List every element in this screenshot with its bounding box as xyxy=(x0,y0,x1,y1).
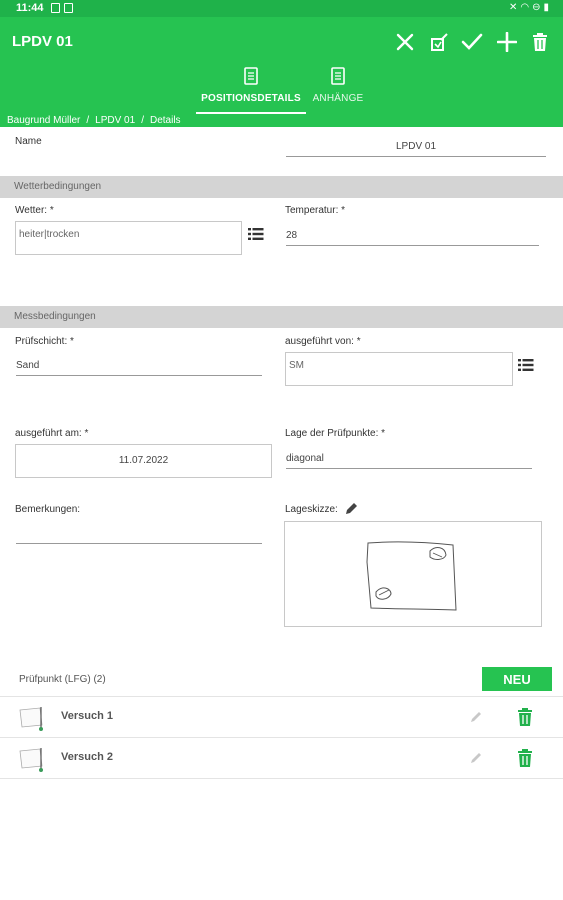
divider xyxy=(0,778,563,779)
notification-icons xyxy=(51,3,73,13)
name-label: Name xyxy=(15,136,42,147)
pencil-icon[interactable] xyxy=(344,502,358,516)
gallery-notification-icon xyxy=(51,3,60,13)
format-button[interactable] xyxy=(424,27,454,57)
ausgefuehrt-am-label: ausgeführt am: * xyxy=(15,428,89,439)
name-field[interactable]: LPDV 01 xyxy=(286,137,546,157)
active-tab-indicator xyxy=(196,112,306,114)
list-item[interactable]: Versuch 1 xyxy=(0,697,563,737)
mute-icon: ✕ xyxy=(508,2,518,13)
trash-icon[interactable] xyxy=(515,707,535,727)
tab-anhaenge[interactable]: ANHÄNGE xyxy=(308,67,368,113)
breadcrumb-separator: / xyxy=(86,115,90,126)
list-icon[interactable] xyxy=(518,358,534,372)
close-button[interactable] xyxy=(390,27,420,57)
sketch-drawing xyxy=(366,541,457,611)
wetter-field[interactable]: heiter|trocken xyxy=(15,221,242,255)
breadcrumb-item: Details xyxy=(149,115,181,126)
tab-positionsdetails[interactable]: POSITIONSDETAILS xyxy=(196,67,306,114)
breadcrumb-item[interactable]: LPDV 01 xyxy=(95,115,135,126)
app-bar: LPDV 01 POSITIONSDETAILS ANHÄNGE Baugrun… xyxy=(0,17,563,127)
wifi-icon: ◠ xyxy=(520,2,530,13)
lage-pruefpunkte-field[interactable]: diagonal xyxy=(286,449,532,469)
tab-anhaenge-label: ANHÄNGE xyxy=(312,93,364,104)
document-icon xyxy=(331,67,345,85)
close-icon xyxy=(396,33,414,51)
plus-icon xyxy=(497,32,517,52)
section-weather: Wetterbedingungen xyxy=(0,176,563,198)
lageskizze-label: Lageskizze: xyxy=(285,504,338,515)
pruefschicht-field[interactable]: Sand xyxy=(16,356,262,376)
dnd-icon: ⊖ xyxy=(532,2,541,13)
breadcrumb-item[interactable]: Baugrund Müller xyxy=(7,115,80,126)
bemerkungen-field[interactable] xyxy=(16,524,262,544)
list-icon[interactable] xyxy=(248,227,264,241)
trash-icon[interactable] xyxy=(515,748,535,768)
check-icon xyxy=(461,33,483,50)
lage-pruefpunkte-label: Lage der Prüfpunkte: * xyxy=(285,428,386,439)
ausgefuehrt-am-field[interactable]: 11.07.2022 xyxy=(15,444,272,478)
test-thumbnail-icon xyxy=(19,707,43,731)
trash-icon xyxy=(533,33,547,51)
status-bar: 11:44 ✕ ◠ ⊖ ▮ xyxy=(0,0,563,17)
wetter-label: Wetter: * xyxy=(15,205,54,216)
page-title: LPDV 01 xyxy=(12,33,73,50)
test-thumbnail-icon xyxy=(19,748,43,772)
list-item[interactable]: Versuch 2 xyxy=(0,738,563,778)
breadcrumb: Baugrund Müller / LPDV 01 / Details xyxy=(7,115,181,126)
save-button[interactable] xyxy=(457,27,487,57)
new-pruefpunkt-button[interactable]: NEU xyxy=(482,667,552,691)
system-icons: ✕ ◠ ⊖ ▮ xyxy=(509,2,549,14)
add-button[interactable] xyxy=(492,27,522,57)
breadcrumb-separator: / xyxy=(141,115,144,126)
section-measurement: Messbedingungen xyxy=(0,306,563,328)
check-notification-icon xyxy=(64,3,73,13)
status-time: 11:44 xyxy=(16,2,44,14)
bemerkungen-label: Bemerkungen: xyxy=(15,504,81,515)
pencil-icon[interactable] xyxy=(468,710,484,724)
pruefpunkt-title: Prüfpunkt (LFG) (2) xyxy=(19,674,106,685)
temperatur-label: Temperatur: * xyxy=(285,205,346,216)
ausgefuehrt-von-field[interactable]: SM xyxy=(285,352,513,386)
document-icon xyxy=(244,67,258,85)
pencil-icon[interactable] xyxy=(468,751,484,765)
temperatur-field[interactable]: 28 xyxy=(286,226,539,246)
tab-positionsdetails-label: POSITIONSDETAILS xyxy=(201,93,301,104)
list-item-label: Versuch 1 xyxy=(61,710,113,722)
ausgefuehrt-von-label: ausgeführt von: * xyxy=(285,336,361,347)
brush-icon xyxy=(431,33,448,51)
battery-icon: ▮ xyxy=(543,2,549,13)
pruefschicht-label: Prüfschicht: * xyxy=(15,336,74,347)
lageskizze-canvas[interactable] xyxy=(284,521,542,627)
list-item-label: Versuch 2 xyxy=(61,751,113,763)
delete-button[interactable] xyxy=(525,27,555,57)
